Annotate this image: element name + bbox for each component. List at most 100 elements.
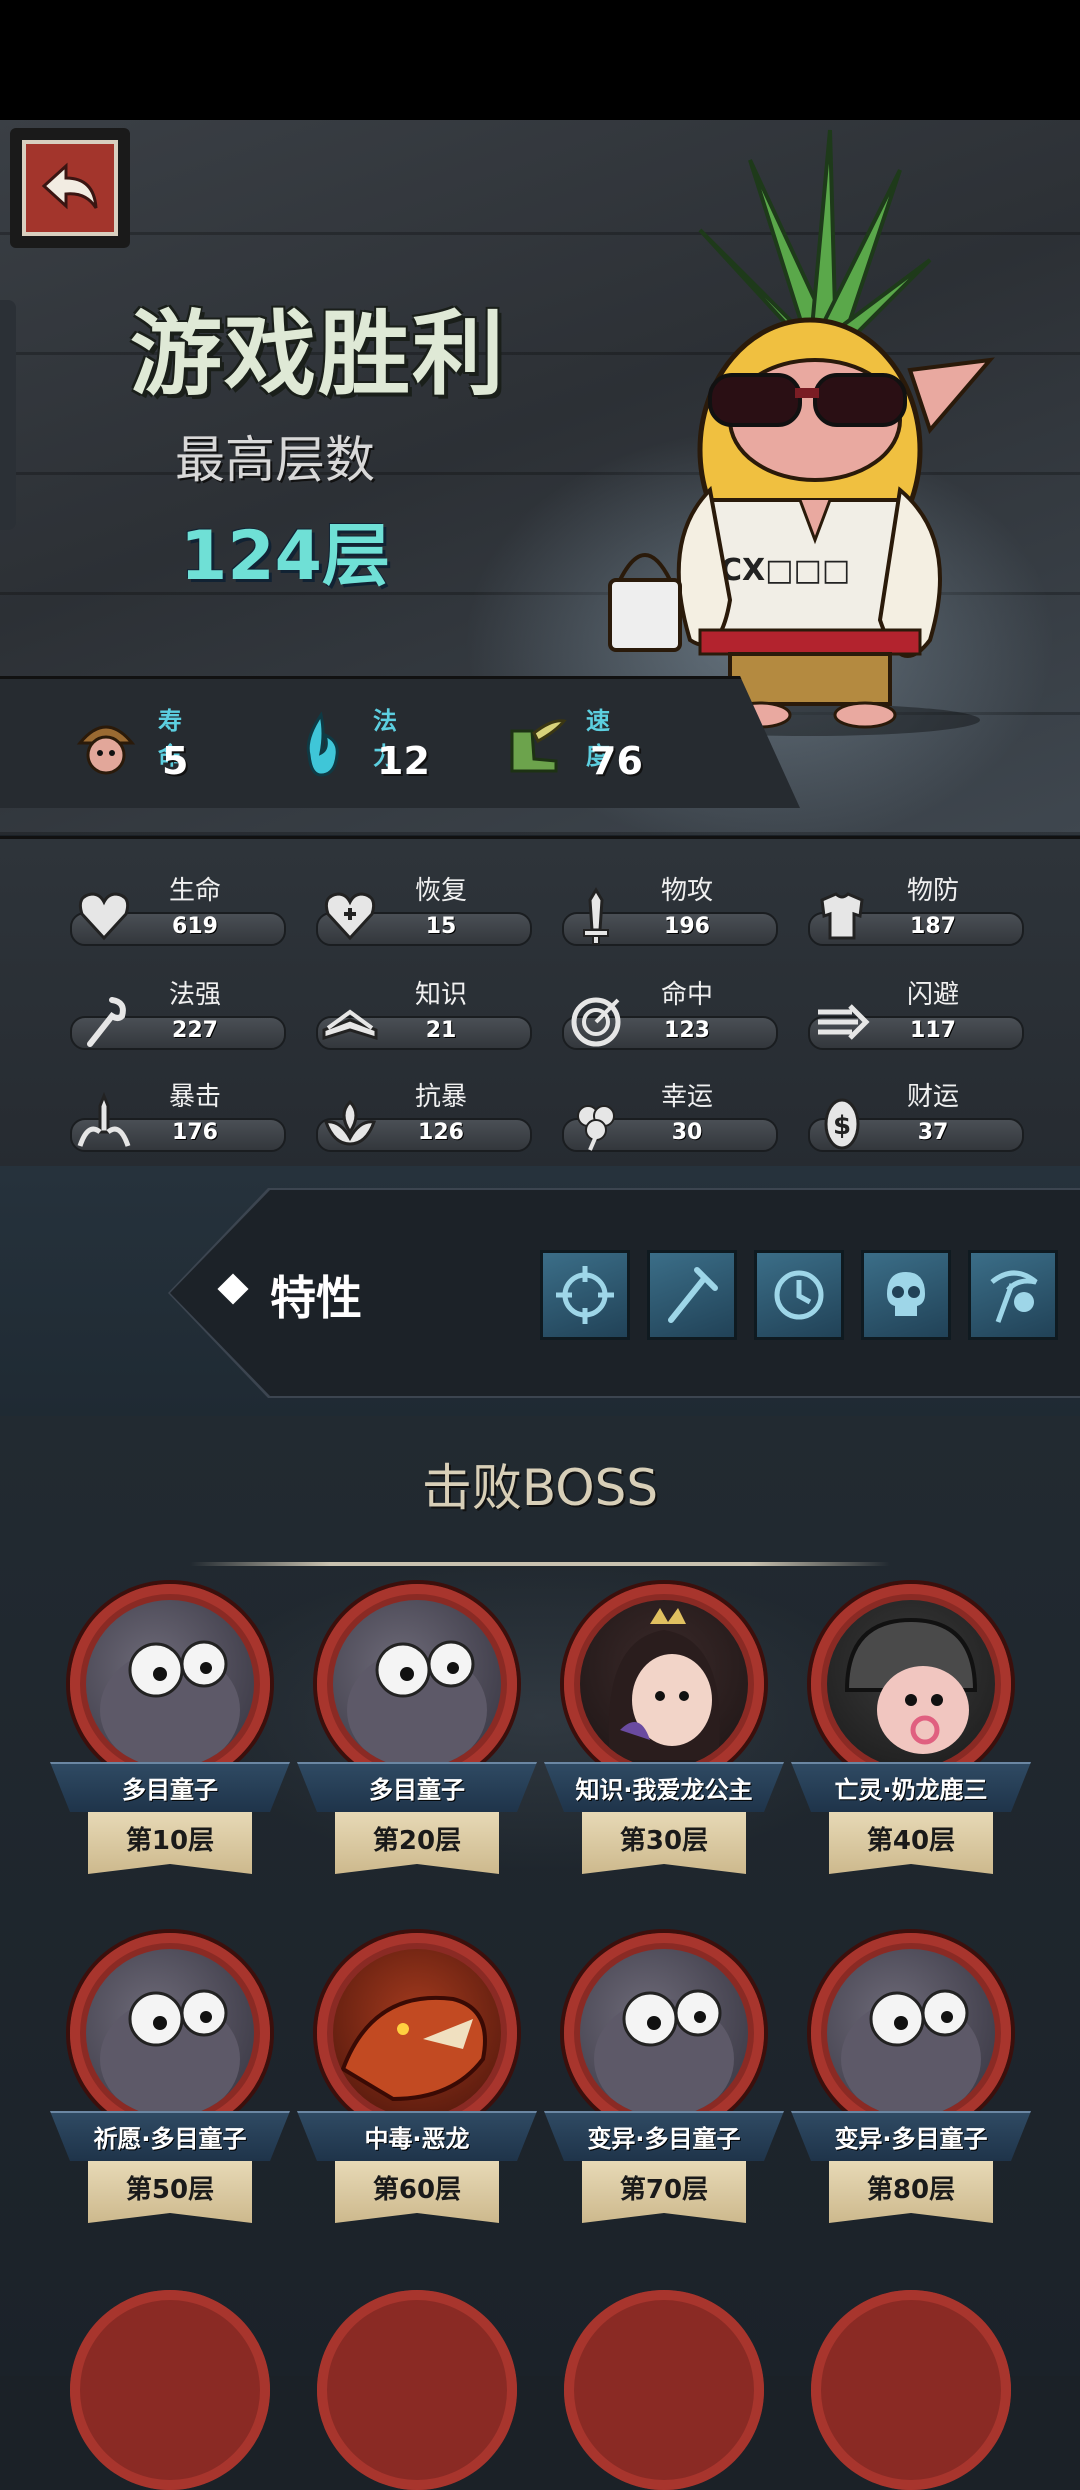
boss-portrait-multi-eye (86, 1600, 254, 1768)
attr-value: 123 (664, 1018, 710, 1043)
trait-slot-1[interactable] (540, 1250, 630, 1340)
best-floor-value: 124层 (180, 517, 390, 596)
reaper-trait-icon (990, 1270, 1038, 1323)
back-button[interactable] (10, 128, 130, 248)
multi-eye-boy-icon (100, 1640, 240, 1768)
boss-card[interactable]: 多目童子 第10层 (50, 1584, 290, 1904)
boss-card[interactable]: 变异·多目童子 第70层 (544, 1933, 784, 2253)
skull-trait-icon (887, 1272, 925, 1316)
red-dragon-icon (340, 1995, 487, 2102)
boss-card-partial[interactable] (564, 2290, 764, 2490)
basic-stat-value: 5 (162, 739, 189, 783)
attr-label: 抗暴 (414, 1082, 467, 1112)
attr-label: 生命 (168, 876, 221, 906)
attr-value: 227 (172, 1018, 218, 1043)
boss-name: 中毒·恶龙 (364, 2125, 470, 2153)
svg-text:CX□□□: CX□□□ (720, 553, 850, 588)
boss-name: 多目童子 (369, 1776, 465, 1804)
boss-name: 变异·多目童子 (587, 2125, 741, 2153)
attr-label: 闪避 (906, 980, 959, 1010)
boss-floor: 第30层 (619, 1826, 709, 1856)
boss-portrait-multi-eye (827, 1949, 995, 2117)
boss-floor: 第10层 (125, 1826, 215, 1856)
attr-crit-resist: 抗暴 126 (310, 1058, 532, 1152)
attr-value: 126 (418, 1120, 464, 1145)
boss-card[interactable]: 中毒·恶龙 第60层 (297, 1933, 537, 2253)
boss-floor: 第40层 (866, 1826, 956, 1856)
boss-name: 多目童子 (122, 1776, 218, 1804)
boss-name: 知识·我爱龙公主 (575, 1776, 753, 1804)
boss-name: 亡灵·奶龙鹿三 (834, 1776, 988, 1804)
trait-slot-2[interactable] (647, 1250, 737, 1340)
boss-card[interactable]: 祈愿·多目童子 第50层 (50, 1933, 290, 2253)
blue-flame-icon (306, 711, 339, 777)
attr-label: 知识 (414, 980, 467, 1010)
princess-icon (608, 1608, 720, 1760)
boss-floor: 第80层 (866, 2175, 956, 2205)
clock-trait-icon (774, 1270, 824, 1320)
boss-card[interactable]: 多目童子 第20层 (297, 1584, 537, 1904)
trait-slot-5[interactable] (968, 1250, 1058, 1340)
crosshair-trait-icon (556, 1266, 614, 1324)
attr-value: 117 (910, 1018, 956, 1043)
attr-value: 21 (425, 1018, 457, 1043)
boss-floor: 第50层 (125, 2175, 215, 2205)
back-button-frame (22, 140, 118, 236)
traits-label: 特性 (270, 1271, 362, 1325)
attr-value: 37 (917, 1120, 949, 1145)
boss-divider (190, 1562, 890, 1566)
multi-eye-boy-icon (347, 1640, 487, 1768)
trait-slot-4[interactable] (861, 1250, 951, 1340)
mushroom-head-icon (76, 725, 136, 775)
attr-critical: 暴击 176 (64, 1058, 286, 1152)
status-bar (0, 0, 1080, 120)
boss-portrait-multi-eye (86, 1949, 254, 2117)
boss-portrait-dragon (333, 1949, 501, 2117)
attr-label: 物攻 (660, 876, 713, 906)
boss-floor: 第20层 (372, 1826, 462, 1856)
attr-hp: 生命 619 (64, 852, 286, 946)
boss-card-partial[interactable] (70, 2290, 270, 2490)
attr-label: 法强 (168, 980, 221, 1010)
boss-card[interactable]: 亡灵·奶龙鹿三 第40层 (791, 1584, 1031, 1904)
attr-accuracy: 命中 123 (556, 956, 778, 1050)
boss-portrait-undead-baby (827, 1600, 995, 1768)
boss-card[interactable]: 变异·多目童子 第80层 (791, 1933, 1031, 2253)
boss-card-partial[interactable] (811, 2290, 1011, 2490)
staff-trait-icon (668, 1267, 718, 1323)
attr-value: 30 (671, 1120, 703, 1145)
attr-label: 财运 (906, 1082, 959, 1112)
attr-physical-attack: 物攻 196 (556, 852, 778, 946)
attr-value: 619 (172, 914, 218, 939)
attr-label: 恢复 (414, 876, 467, 906)
attr-dodge: 闪避 117 (802, 956, 1024, 1050)
attr-label: 命中 (660, 980, 713, 1010)
boss-section-title: 击败BOSS (421, 1459, 659, 1517)
boss-portrait-multi-eye (580, 1949, 748, 2117)
attr-value: 196 (664, 914, 710, 939)
multi-eye-boy-icon (841, 1989, 981, 2117)
boss-floor: 第70层 (619, 2175, 709, 2205)
basic-stat-value: 12 (377, 739, 430, 783)
attr-value: 187 (910, 914, 956, 939)
multi-eye-boy-icon (100, 1989, 240, 2117)
trait-slot-3[interactable] (754, 1250, 844, 1340)
attr-label: 物防 (906, 876, 959, 906)
boss-card-partial[interactable] (317, 2290, 517, 2490)
attr-regen: 恢复 15 (310, 852, 532, 946)
attr-value: 176 (172, 1120, 218, 1145)
basic-stats-bar: 寿命 5 法力 12 速度 76 (0, 676, 800, 808)
winged-boot-icon (510, 719, 567, 773)
page-title: 游戏胜利 (130, 301, 507, 408)
attr-knowledge: 知识 21 (310, 956, 532, 1050)
boss-floor: 第60层 (372, 2175, 462, 2205)
boss-portrait-multi-eye (333, 1600, 501, 1768)
attr-label: 幸运 (660, 1082, 713, 1112)
back-arrow-icon (41, 162, 98, 210)
boss-name: 变异·多目童子 (834, 2125, 988, 2153)
boss-card[interactable]: 知识·我爱龙公主 第30层 (544, 1584, 784, 1904)
attr-magic-power: 法强 227 (64, 956, 286, 1050)
pineapple-character-illustration: CX□□□ (608, 129, 995, 736)
boss-name: 祈愿·多目童子 (93, 2125, 247, 2153)
helmet-baby-icon (844, 1617, 978, 1754)
